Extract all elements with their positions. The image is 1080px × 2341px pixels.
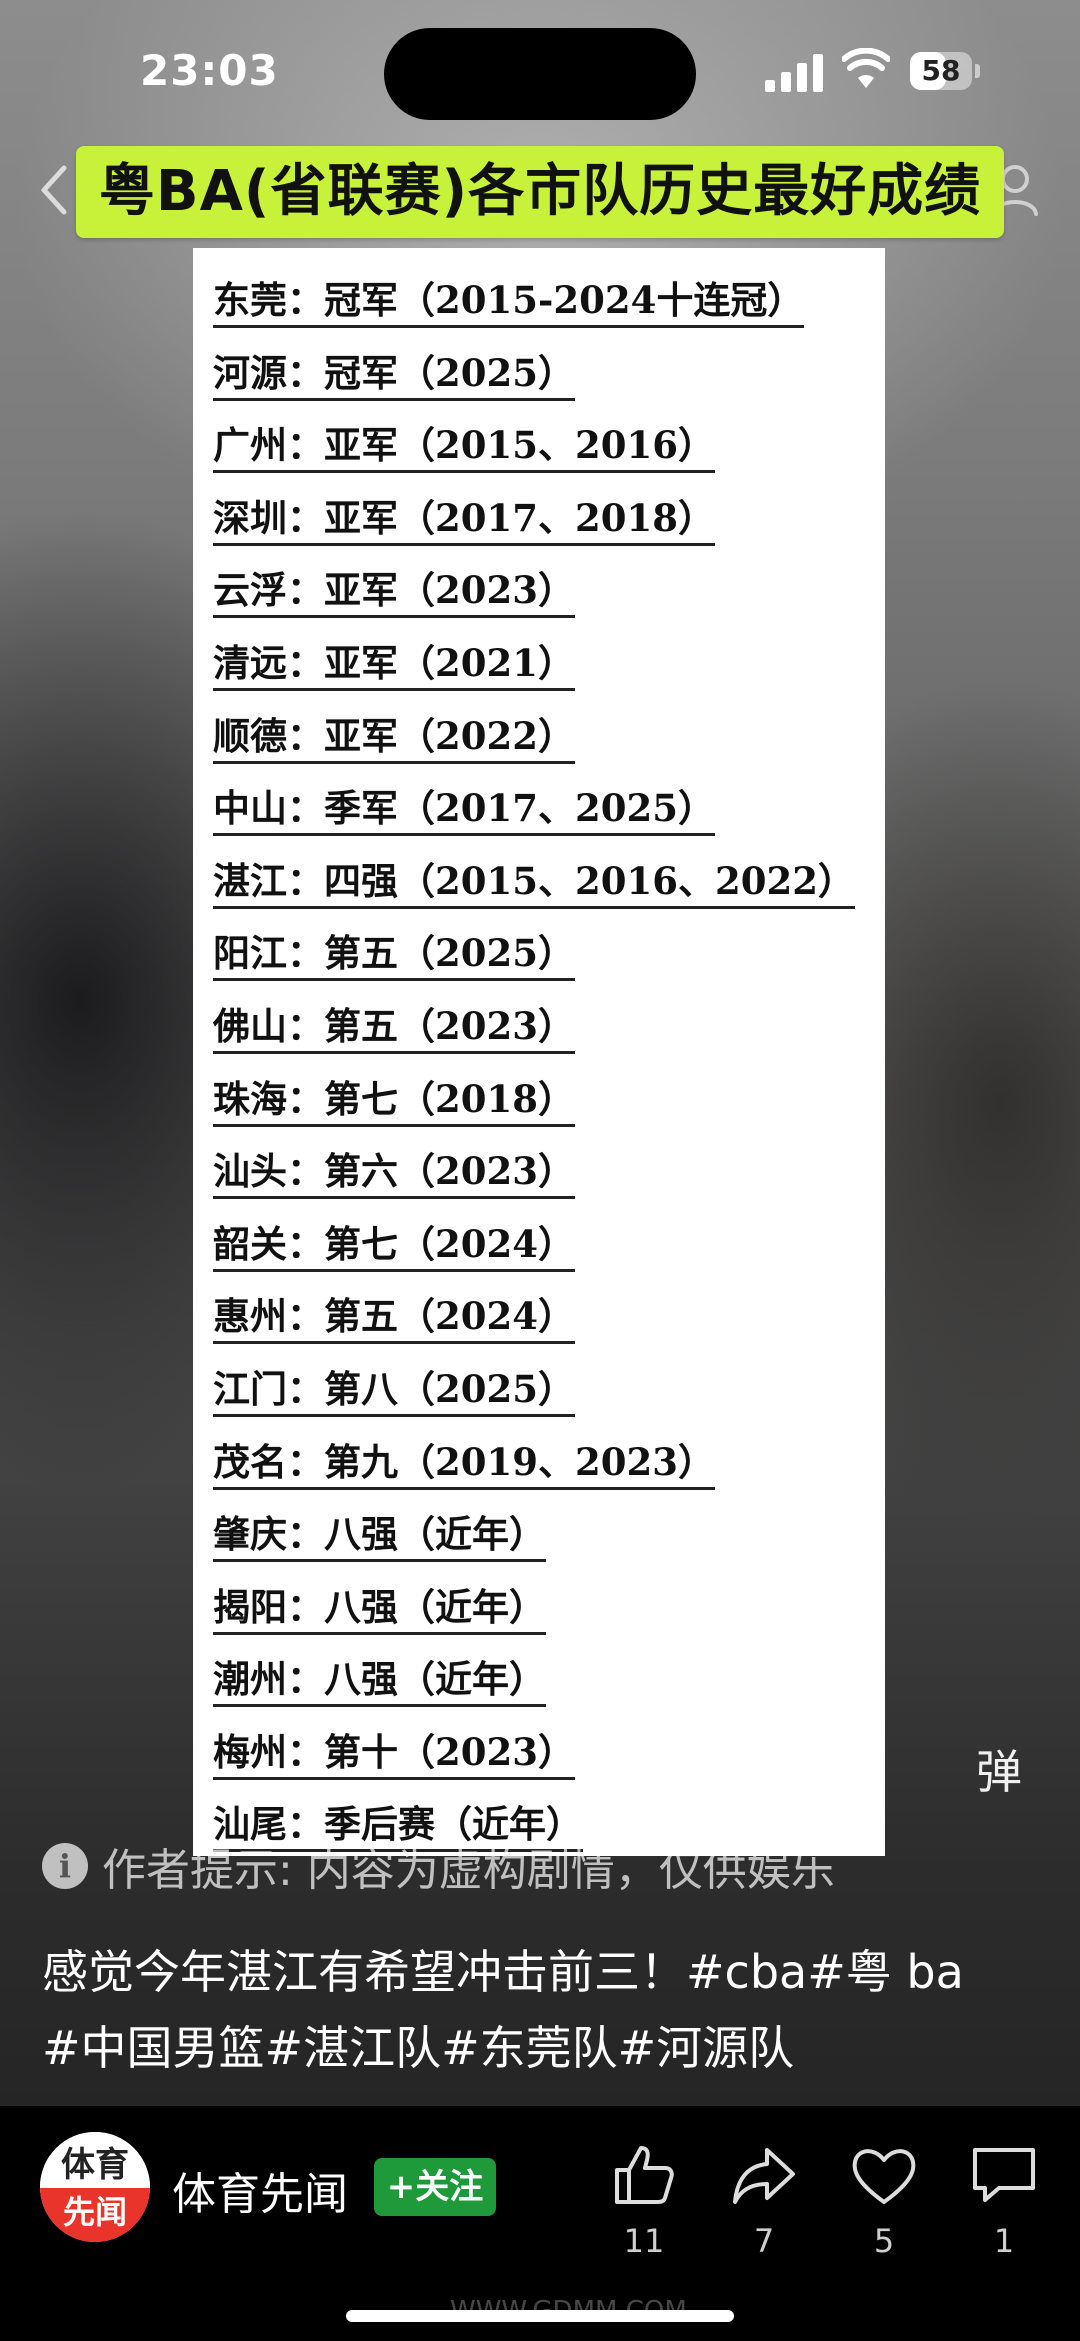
result-row: 揭阳：八强（近年） [213,1569,873,1642]
caption-line: #中国男篮#湛江队#东莞队#河源队 [42,2021,795,2075]
result-text: 潮州：八强（近年） [213,1657,546,1708]
result-row: 湛江：四强（2015、2016、2022） [213,843,873,916]
like-count: 11 [623,2222,665,2260]
battery-icon: 58 [910,52,982,90]
result-text: 汕头：第六（2023） [213,1149,575,1200]
result-text: 云浮：亚军（2023） [213,568,575,619]
favorite-count: 5 [873,2222,895,2260]
result-row: 江门：第八（2025） [213,1351,873,1424]
result-row: 云浮：亚军（2023） [213,552,873,625]
share-icon [733,2148,795,2204]
result-text: 江门：第八（2025） [213,1366,575,1417]
results-list: 东莞：冠军（2015-2024十连冠） 河源：冠军（2025） 广州：亚军（2015… [213,262,873,1859]
status-bar: 23:03 58 [0,0,1080,150]
comment-icon [973,2148,1035,2202]
result-text: 东莞：冠军（2015-2024十连冠） [213,278,805,328]
result-text: 韶关：第七（2024） [213,1221,575,1272]
result-row: 肇庆：八强（近年） [213,1496,873,1569]
result-row: 惠州：第五（2024） [213,1278,873,1351]
info-icon: i [42,1843,88,1889]
result-text: 顺德：亚军（2022） [213,713,575,764]
post-image-title: 粤BA(省联赛)各市队历史最好成绩 [76,146,1004,238]
result-row: 潮州：八强（近年） [213,1641,873,1714]
result-row: 清远：亚军（2021） [213,625,873,698]
share-count: 7 [753,2222,775,2260]
author-name[interactable]: 体育先闻 [172,2158,348,2222]
result-text: 清远：亚军（2021） [213,640,575,691]
cellular-signal-icon [765,52,823,92]
result-row: 珠海：第七（2018） [213,1061,873,1134]
result-text: 揭阳：八强（近年） [213,1584,546,1635]
result-row: 茂名：第九（2019、2023） [213,1424,873,1497]
author-notice: i 作者提示: 内容为虚构剧情，仅供娱乐 [42,1838,835,1896]
status-time: 23:03 [140,46,279,95]
result-row: 梅州：第十（2023） [213,1714,873,1787]
result-row: 河源：冠军（2025） [213,335,873,408]
author-avatar[interactable]: 体育 先闻 [40,2132,150,2242]
result-text: 湛江：四强（2015、2016、2022） [213,858,855,909]
caption-line: 感觉今年湛江有希望冲击前三！#cba#粤 ba [42,1945,964,1999]
home-indicator[interactable] [346,2310,734,2322]
heart-icon [852,2149,916,2204]
result-text: 阳江：第五（2025） [213,931,575,982]
result-text: 肇庆：八强（近年） [213,1512,546,1563]
post-caption[interactable]: 感觉今年湛江有希望冲击前三！#cba#粤 ba #中国男篮#湛江队#东莞队#河源… [42,1934,1052,2086]
comment-count: 1 [993,2222,1015,2260]
result-text: 河源：冠军（2025） [213,350,575,401]
thumbs-up-icon [615,2146,674,2204]
share-button[interactable]: 7 [724,2140,804,2260]
result-text: 茂名：第九（2019、2023） [213,1439,715,1490]
result-row: 东莞：冠军（2015-2024十连冠） [213,262,873,335]
result-text: 佛山：第五（2023） [213,1003,575,1054]
like-button[interactable]: 11 [604,2140,684,2260]
result-row: 中山：季军（2017、2025） [213,770,873,843]
danmu-toggle-button[interactable]: 弹 [976,1736,1022,1802]
result-row: 广州：亚军（2015、2016） [213,407,873,480]
battery-level: 58 [921,54,961,87]
result-row: 顺德：亚军（2022） [213,698,873,771]
avatar-text-bottom: 先闻 [40,2188,150,2242]
result-row: 汕头：第六（2023） [213,1133,873,1206]
back-icon[interactable] [30,160,80,220]
wifi-icon [842,48,890,88]
author-notice-text: 作者提示: 内容为虚构剧情，仅供娱乐 [102,1845,835,1896]
result-text: 广州：亚军（2015、2016） [213,423,715,474]
result-row: 佛山：第五（2023） [213,988,873,1061]
result-text: 惠州：第五（2024） [213,1294,575,1345]
comment-button[interactable]: 1 [964,2140,1044,2260]
result-row: 深圳：亚军（2017、2018） [213,480,873,553]
result-row: 韶关：第七（2024） [213,1206,873,1279]
dynamic-island [384,28,696,120]
result-text: 梅州：第十（2023） [213,1729,575,1780]
result-text: 珠海：第七（2018） [213,1076,575,1127]
avatar-text-top: 体育 [40,2132,150,2192]
follow-button[interactable]: +关注 [374,2158,496,2216]
result-text: 深圳：亚军（2017、2018） [213,495,715,546]
favorite-button[interactable]: 5 [844,2140,924,2260]
result-row: 阳江：第五（2025） [213,915,873,988]
result-text: 中山：季军（2017、2025） [213,786,715,837]
